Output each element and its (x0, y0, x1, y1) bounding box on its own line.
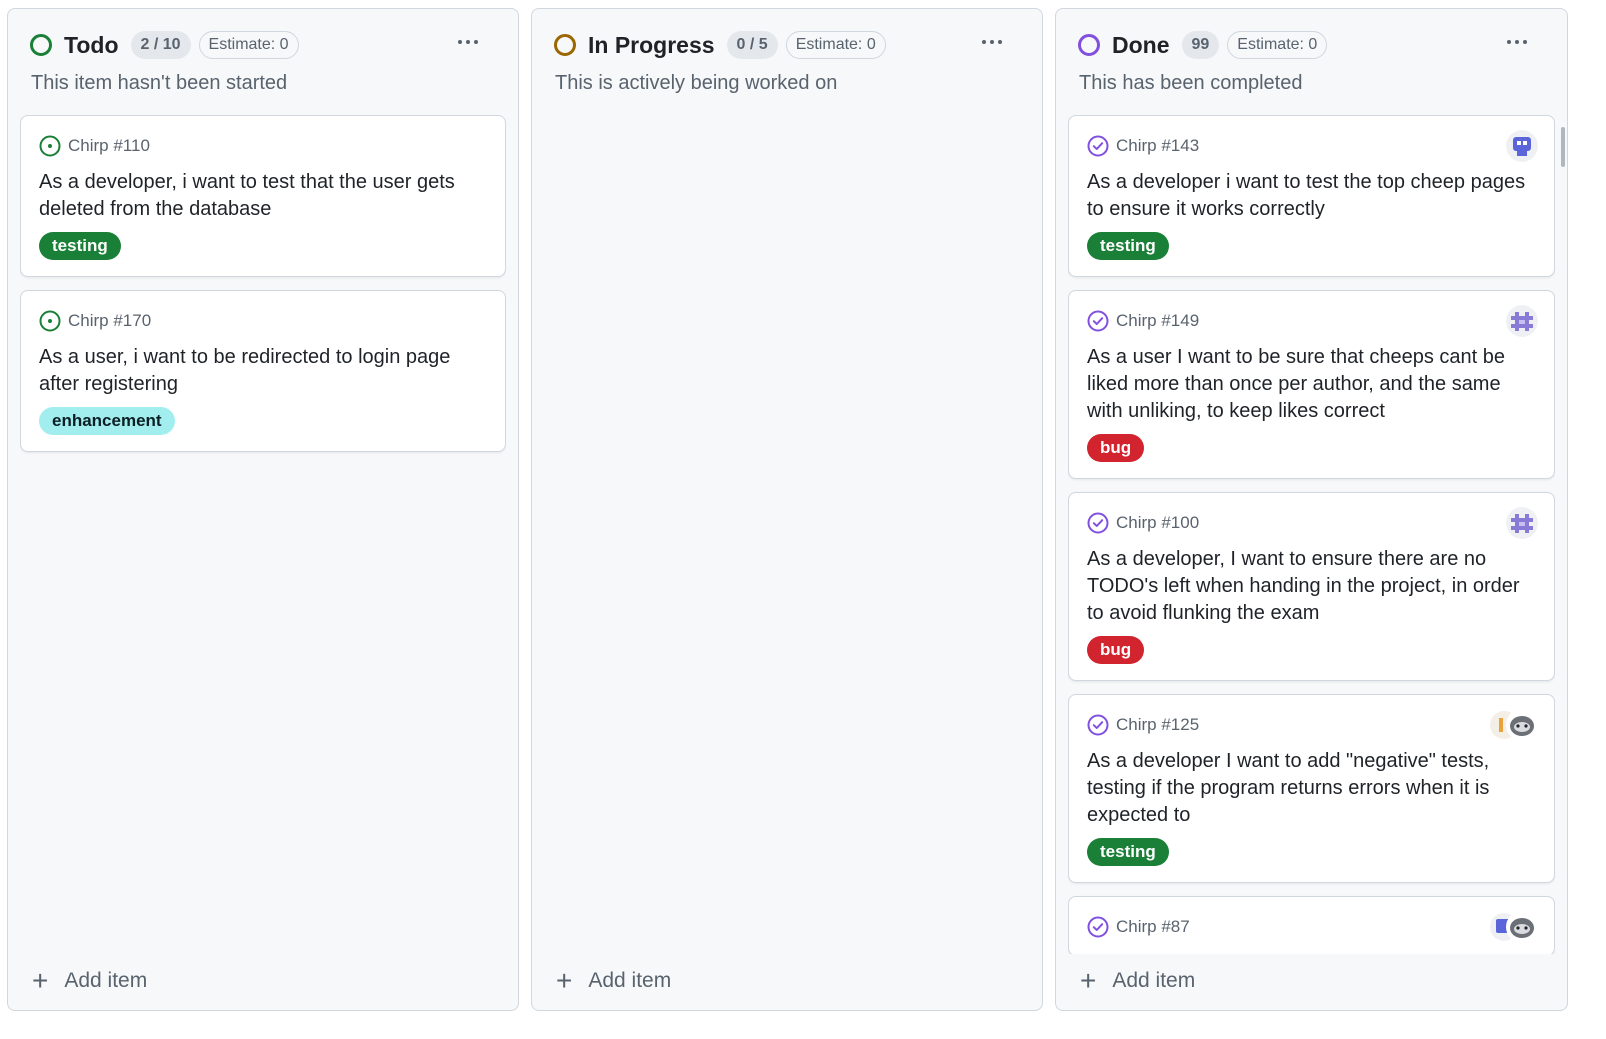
card-reference: Chirp #100 (1087, 511, 1536, 535)
in-progress-status-icon (554, 34, 576, 56)
card-title[interactable]: As a user, i want to be redirected to lo… (39, 344, 487, 398)
column-description: This item hasn't been started (31, 72, 288, 94)
plus-icon: + (556, 965, 573, 996)
assignee-avatar[interactable] (1506, 130, 1538, 162)
column-menu-kebab-icon[interactable] (452, 31, 484, 53)
column-header: Done 99 Estimate: 0 This has been comple… (1056, 9, 1567, 114)
column-title: Done (1112, 31, 1170, 58)
label-badge[interactable]: testing (1087, 838, 1169, 866)
assignee-avatar[interactable] (1506, 305, 1538, 337)
plus-icon: + (1080, 965, 1097, 996)
assignee-avatar[interactable] (1506, 507, 1538, 539)
card-reference: Chirp #143 (1087, 134, 1536, 158)
issue-card[interactable]: Chirp #170 As a user, i want to be redir… (20, 290, 506, 452)
closed-issue-icon (1087, 714, 1109, 736)
assignee-avatar-group[interactable] (1490, 911, 1538, 943)
open-issue-icon (39, 310, 61, 332)
card-ref-text[interactable]: Chirp #149 (1116, 311, 1199, 331)
estimate-badge: Estimate: 0 (785, 31, 886, 59)
issue-card[interactable]: Chirp #149 As a user I want to be sure t… (1068, 290, 1555, 479)
card-title[interactable]: As a user I want to be sure that cheeps … (1087, 344, 1536, 425)
column-description: This is actively being worked on (555, 72, 838, 94)
issue-card[interactable]: Chirp #125 As a developer I want to add … (1068, 694, 1555, 883)
label-badge[interactable]: enhancement (39, 407, 175, 435)
card-reference: Chirp #110 (39, 134, 487, 158)
card-ref-text[interactable]: Chirp #125 (1116, 715, 1199, 735)
assignee-avatar-group[interactable] (1490, 709, 1538, 741)
card-title[interactable]: As a developer I want to add "negative" … (1087, 748, 1536, 829)
add-item-button[interactable]: + Add item (556, 966, 671, 996)
add-item-label: Add item (588, 969, 672, 992)
card-reference: Chirp #149 (1087, 309, 1536, 333)
column-menu-kebab-icon[interactable] (976, 31, 1008, 53)
column-description: This has been completed (1079, 72, 1303, 94)
plus-icon: + (32, 965, 49, 996)
add-item-label: Add item (64, 969, 148, 992)
column-done: Done 99 Estimate: 0 This has been comple… (1055, 8, 1568, 1011)
card-reference: Chirp #125 (1087, 713, 1536, 737)
add-item-button[interactable]: + Add item (32, 966, 147, 996)
open-issue-icon (39, 135, 61, 157)
card-list (544, 115, 1030, 954)
issue-card[interactable]: Chirp #143 As a developer i want to test… (1068, 115, 1555, 277)
card-reference: Chirp #87 (1087, 915, 1536, 939)
column-title-row: Done 99 Estimate: 0 (1078, 29, 1328, 61)
card-list: Chirp #143 As a developer i want to test… (1068, 115, 1555, 954)
card-list: Chirp #110 As a developer, i want to tes… (20, 115, 506, 954)
done-status-icon (1078, 34, 1100, 56)
closed-issue-icon (1087, 135, 1109, 157)
scrollbar-thumb[interactable] (1561, 127, 1565, 167)
card-title[interactable]: As a developer, i want to test that the … (39, 169, 487, 223)
add-item-button[interactable]: + Add item (1080, 966, 1195, 996)
closed-issue-icon (1087, 512, 1109, 534)
column-title-row: Todo 2 / 10 Estimate: 0 (30, 29, 299, 61)
label-badge[interactable]: testing (39, 232, 121, 260)
label-badge[interactable]: bug (1087, 434, 1145, 462)
column-header: Todo 2 / 10 Estimate: 0 This item hasn't… (8, 9, 518, 114)
todo-status-icon (30, 34, 52, 56)
issue-card[interactable]: Chirp #110 As a developer, i want to tes… (20, 115, 506, 277)
label-badge[interactable]: testing (1087, 232, 1169, 260)
column-title: Todo (64, 31, 119, 58)
estimate-badge: Estimate: 0 (198, 31, 299, 59)
card-reference: Chirp #170 (39, 309, 487, 333)
label-badge[interactable]: bug (1087, 636, 1145, 664)
column-header: In Progress 0 / 5 Estimate: 0 This is ac… (532, 9, 1042, 114)
column-menu-kebab-icon[interactable] (1501, 31, 1533, 53)
column-title: In Progress (588, 31, 715, 58)
column-title-row: In Progress 0 / 5 Estimate: 0 (554, 29, 886, 61)
card-ref-text[interactable]: Chirp #110 (68, 136, 150, 156)
closed-issue-icon (1087, 916, 1109, 938)
card-title[interactable]: As a developer, I want to ensure there a… (1087, 546, 1536, 627)
card-ref-text[interactable]: Chirp #170 (68, 311, 151, 331)
issue-card[interactable]: Chirp #87 (1068, 896, 1555, 954)
column-todo: Todo 2 / 10 Estimate: 0 This item hasn't… (7, 8, 519, 1011)
card-ref-text[interactable]: Chirp #87 (1116, 917, 1190, 937)
estimate-badge: Estimate: 0 (1227, 31, 1328, 59)
issue-card[interactable]: Chirp #100 As a developer, I want to ens… (1068, 492, 1555, 681)
card-ref-text[interactable]: Chirp #100 (1116, 513, 1199, 533)
closed-issue-icon (1087, 310, 1109, 332)
column-in-progress: In Progress 0 / 5 Estimate: 0 This is ac… (531, 8, 1043, 1011)
card-ref-text[interactable]: Chirp #143 (1116, 136, 1199, 156)
card-title[interactable]: As a developer i want to test the top ch… (1087, 169, 1536, 223)
add-item-label: Add item (1112, 969, 1196, 992)
item-count-badge: 0 / 5 (726, 31, 778, 59)
item-count-badge: 2 / 10 (130, 31, 191, 59)
item-count-badge: 99 (1181, 31, 1220, 59)
